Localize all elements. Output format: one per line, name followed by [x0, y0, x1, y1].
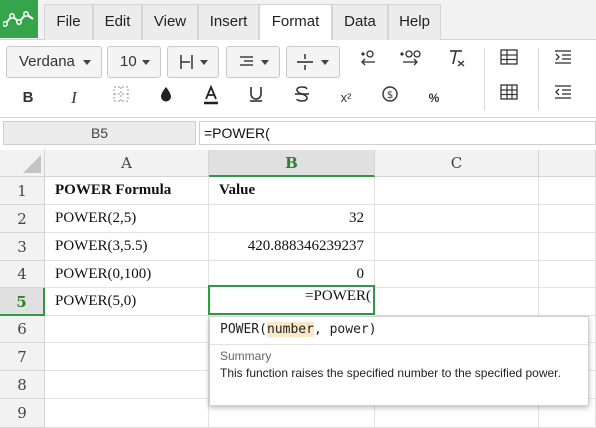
chevron-down-icon — [321, 60, 329, 65]
select-all-corner[interactable] — [0, 150, 45, 177]
menu-edit[interactable]: Edit — [93, 4, 142, 40]
italic-button[interactable]: I — [61, 85, 87, 111]
function-hint-tooltip: POWER(number, power) Summary This functi… — [209, 316, 589, 406]
cell-a8[interactable] — [45, 371, 209, 399]
text-align-select[interactable] — [226, 46, 280, 78]
menu-file[interactable]: File — [44, 4, 93, 40]
row-header-4[interactable]: 4 — [0, 261, 45, 288]
row-header-5[interactable]: 5 — [0, 288, 45, 316]
borders-icon[interactable] — [108, 85, 134, 111]
toolbar-divider — [538, 48, 539, 110]
current-argument: number — [266, 322, 314, 337]
function-name: POWER( — [220, 322, 267, 337]
cell-c3[interactable] — [375, 233, 539, 261]
decrease-decimal-icon[interactable] — [355, 49, 381, 75]
chevron-down-icon — [200, 60, 208, 65]
function-description: This function raises the specified numbe… — [220, 366, 561, 380]
cell-a6[interactable] — [45, 316, 209, 343]
cell-c5[interactable] — [375, 288, 539, 316]
font-family-select[interactable]: Verdana — [6, 46, 102, 78]
superscript-button[interactable]: x² — [333, 85, 359, 111]
function-signature: POWER(number, power) — [220, 322, 377, 337]
row-header-3[interactable]: 3 — [0, 233, 45, 261]
currency-icon[interactable]: $ — [377, 85, 403, 111]
remaining-arguments: , power) — [313, 322, 377, 337]
cell-b1[interactable]: Value — [209, 177, 375, 205]
cell-d5[interactable] — [539, 288, 596, 316]
text-color-icon[interactable] — [198, 84, 224, 111]
font-size-value: 10 — [120, 53, 137, 70]
cell-c2[interactable] — [375, 205, 539, 233]
cell-c1[interactable] — [375, 177, 539, 205]
align-icon — [180, 55, 193, 69]
cell-a7[interactable] — [45, 343, 209, 371]
increase-indent-icon[interactable] — [550, 48, 576, 74]
chevron-down-icon — [142, 60, 150, 65]
cell-b2[interactable]: 32 — [209, 205, 375, 233]
cell-b4[interactable]: 0 — [209, 261, 375, 288]
row-header-9[interactable]: 9 — [0, 399, 45, 428]
cell-d1[interactable] — [539, 177, 596, 205]
row-header-1[interactable]: 1 — [0, 177, 45, 205]
table-grid-icon[interactable] — [496, 48, 522, 74]
formula-input[interactable]: =POWER( — [199, 121, 596, 145]
cell-a2[interactable]: POWER(2,5) — [45, 205, 209, 233]
menu-data[interactable]: Data — [332, 4, 388, 40]
vertical-align-select[interactable] — [286, 46, 340, 78]
cell-a3[interactable]: POWER(3,5.5) — [45, 233, 209, 261]
font-family-value: Verdana — [19, 53, 75, 70]
menu-view[interactable]: View — [142, 4, 198, 40]
cell-a4[interactable]: POWER(0,100) — [45, 261, 209, 288]
underline-icon[interactable] — [243, 85, 269, 111]
decrease-indent-icon[interactable] — [550, 83, 576, 109]
row-header-7[interactable]: 7 — [0, 343, 45, 371]
row-header-8[interactable]: 8 — [0, 371, 45, 399]
row-header-2[interactable]: 2 — [0, 205, 45, 233]
text-align-icon — [240, 56, 253, 66]
cell-c4[interactable] — [375, 261, 539, 288]
tooltip-divider — [210, 344, 588, 345]
fill-color-icon[interactable] — [153, 85, 179, 111]
chevron-down-icon — [83, 60, 91, 65]
cell-b3[interactable]: 420.888346239237 — [209, 233, 375, 261]
strikethrough-icon[interactable] — [289, 85, 315, 111]
column-header-d[interactable] — [539, 150, 596, 177]
cell-a5[interactable]: POWER(5,0) — [45, 288, 209, 316]
cell-d4[interactable] — [539, 261, 596, 288]
svg-text:$: $ — [387, 90, 393, 101]
vertical-align-icon — [297, 54, 313, 70]
app-logo[interactable] — [0, 0, 38, 38]
column-header-c[interactable]: C — [375, 150, 539, 177]
horizontal-align-select[interactable] — [167, 46, 219, 78]
menu-bar: File Edit View Insert Format Data Help — [0, 0, 596, 41]
increase-decimal-icon[interactable] — [397, 49, 423, 75]
bold-button[interactable]: B — [15, 85, 41, 111]
menu-help[interactable]: Help — [388, 4, 441, 40]
cell-d3[interactable] — [539, 233, 596, 261]
cell-a9[interactable] — [45, 399, 209, 428]
name-box[interactable]: B5 — [3, 121, 196, 145]
font-size-select[interactable]: 10 — [107, 46, 161, 78]
menu-insert[interactable]: Insert — [198, 4, 259, 40]
percent-button[interactable]: % — [421, 85, 447, 111]
cell-d2[interactable] — [539, 205, 596, 233]
clear-format-icon[interactable] — [443, 49, 469, 75]
active-cell-editor[interactable]: =POWER( — [208, 285, 375, 315]
cell-a1[interactable]: POWER Formula — [45, 177, 209, 205]
menu-format[interactable]: Format — [259, 4, 332, 41]
column-header-a[interactable]: A — [45, 150, 209, 177]
chevron-down-icon — [261, 60, 269, 65]
toolbar: Verdana 10 B I x² $ % — [0, 40, 596, 118]
toolbar-divider — [484, 48, 485, 110]
row-header-6[interactable]: 6 — [0, 316, 45, 343]
summary-label: Summary — [220, 349, 272, 363]
freeze-panes-icon[interactable] — [496, 83, 522, 109]
column-header-b[interactable]: B — [209, 150, 375, 177]
